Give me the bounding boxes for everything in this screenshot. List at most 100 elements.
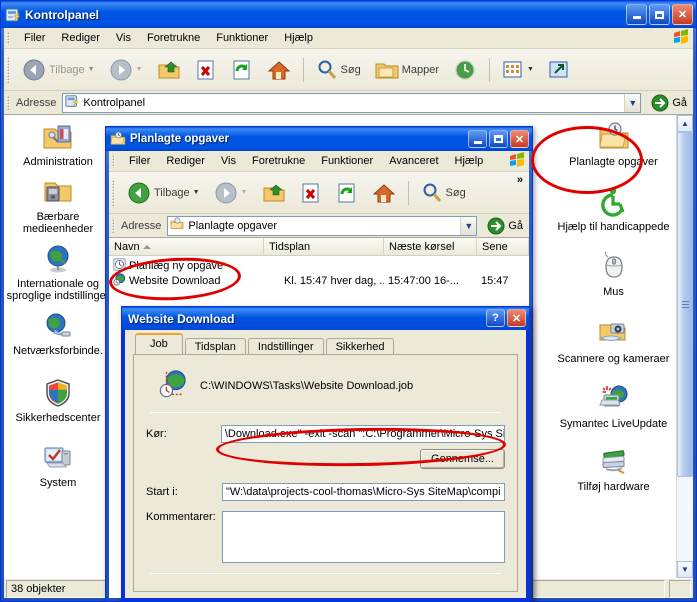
scheduled-tasks-folder-icon [110, 131, 126, 147]
cp-item-system[interactable]: System [4, 442, 112, 489]
scroll-up-arrow-icon[interactable]: ▲ [677, 115, 693, 132]
control-panel-left-column: Administration Bærbare medieenheder Inte… [4, 115, 112, 578]
up-button[interactable] [151, 55, 187, 85]
job-tab-panel: C:\WINDOWS\Tasks\Website Download.job Kø… [133, 354, 518, 592]
address-chevron-down-icon[interactable]: ▼ [624, 93, 641, 112]
address-input[interactable]: Kontrolpanel ▼ [62, 92, 642, 113]
tasks-maximize-button[interactable] [489, 130, 508, 148]
home-button[interactable] [261, 55, 297, 85]
start-in-input[interactable]: "W:\data\projects-cool-thomas\Micro-Sys … [222, 483, 505, 501]
views-chevron-down-icon[interactable]: ▼ [527, 66, 534, 73]
forward-chevron-down-icon[interactable]: ▼ [136, 66, 143, 73]
cp-item-sikkerhedscenter[interactable]: Sikkerhedscenter [4, 377, 112, 424]
scroll-down-arrow-icon[interactable]: ▼ [677, 561, 693, 578]
main-vertical-scrollbar[interactable]: ▲ ▼ [676, 115, 693, 578]
dialog-buttons: ? ✕ [486, 309, 526, 327]
folders-button[interactable]: Mapper [369, 55, 445, 85]
menu-rediger[interactable]: Rediger [53, 30, 108, 46]
cp-item-administration[interactable]: Administration [4, 121, 112, 168]
tasks-forward-chevron-down-icon[interactable]: ▼ [241, 189, 248, 196]
tasks-back-button[interactable]: Tilbage ▼ [121, 177, 206, 209]
cp-item-tilfoej-hardware[interactable]: Tilføj hardware [551, 446, 676, 493]
dialog-tabs: Job Tidsplan Indstillinger Sikkerhed [135, 333, 518, 355]
scrollbar-track[interactable] [677, 477, 693, 561]
tasks-menu-filer[interactable]: Filer [121, 153, 158, 169]
help-button[interactable]: ? [486, 309, 505, 327]
tasks-titlebar[interactable]: Planlagte opgaver ✕ [106, 127, 532, 151]
history-button[interactable] [447, 55, 483, 85]
cp-item-netvaerksforbindelser[interactable]: Netværksforbinde. [4, 310, 112, 357]
tasks-close-button[interactable]: ✕ [510, 130, 529, 148]
forward-button[interactable]: ▼ [103, 54, 149, 86]
main-titlebar[interactable]: Kontrolpanel ✕ [1, 1, 696, 28]
table-row[interactable]: Planlæg ny opgave [109, 257, 529, 273]
cp-item-planlagte-opgaver[interactable]: Planlagte opgaver [551, 121, 676, 168]
menu-filer[interactable]: Filer [16, 30, 53, 46]
cp-item-scannere-og-kameraer[interactable]: Scannere og kameraer [551, 318, 676, 365]
tab-indstillinger[interactable]: Indstillinger [247, 338, 324, 355]
tasks-go-button[interactable]: Gå [481, 217, 529, 235]
back-button[interactable]: Tilbage ▼ [16, 54, 101, 86]
back-chevron-down-icon[interactable]: ▼ [88, 66, 95, 73]
accessibility-icon [598, 186, 630, 218]
tasks-address-chevron-down-icon[interactable]: ▼ [460, 216, 477, 235]
maximize-button[interactable] [649, 4, 670, 25]
column-header-navn[interactable]: Navn [109, 238, 264, 255]
tasks-menu-hjaelp[interactable]: Hjælp [447, 153, 492, 169]
cp-label: Planlagte opgaver [569, 156, 658, 168]
menu-vis[interactable]: Vis [108, 30, 139, 46]
column-header-seneste-koersel[interactable]: Sene [477, 238, 529, 255]
go-button[interactable]: Gå [645, 94, 693, 112]
tab-tidsplan[interactable]: Tidsplan [184, 338, 246, 355]
divider [150, 412, 501, 413]
table-row[interactable]: Website Download Kl. 15:47 hver dag, ...… [109, 272, 529, 288]
tasks-search-button[interactable]: Søg [415, 178, 472, 208]
cp-item-internationale-sproglige[interactable]: Internationale og sproglige indstillinge… [4, 243, 112, 302]
tab-job[interactable]: Job [135, 333, 183, 354]
column-header-naeste-koersel[interactable]: Næste kørsel [384, 238, 477, 255]
tasks-home-button[interactable] [366, 178, 402, 208]
address-value: Kontrolpanel [83, 96, 146, 109]
search-button[interactable]: Søg [310, 55, 367, 85]
menu-funktioner[interactable]: Funktioner [208, 30, 276, 46]
refresh-button[interactable] [225, 55, 259, 85]
column-header-tidsplan[interactable]: Tidsplan [264, 238, 384, 255]
tasks-menu-funktioner[interactable]: Funktioner [313, 153, 381, 169]
run-input[interactable]: \Download.exe" -exit -scan ":C:\Programm… [220, 425, 505, 443]
tasks-up-button[interactable] [256, 178, 292, 208]
delete-button[interactable] [189, 55, 223, 85]
dialog-titlebar[interactable]: Website Download ? ✕ [122, 307, 529, 330]
tasks-address-input[interactable]: Planlagte opgaver ▼ [167, 215, 478, 236]
tasks-refresh-button[interactable] [330, 178, 364, 208]
cp-item-symantec-liveupdate[interactable]: Symantec LiveUpdate [551, 383, 676, 430]
dialog-close-button[interactable]: ✕ [507, 309, 526, 327]
tasks-menu-foretrukne[interactable]: Foretrukne [244, 153, 313, 169]
cp-item-baerbare-medieenheder[interactable]: Bærbare medieenheder [4, 176, 112, 235]
tasks-minimize-button[interactable] [468, 130, 487, 148]
menu-foretrukne[interactable]: Foretrukne [139, 30, 208, 46]
comments-textarea[interactable] [222, 511, 505, 563]
windows-flag-icon [673, 29, 689, 47]
cp-label: System [39, 477, 77, 489]
tasks-back-chevron-down-icon[interactable]: ▼ [193, 189, 200, 196]
minimize-button[interactable] [626, 4, 647, 25]
browse-button[interactable]: Gennemse... [420, 449, 505, 469]
views-button[interactable]: ▼ [496, 56, 540, 84]
tasks-menu-vis[interactable]: Vis [213, 153, 244, 169]
tasks-delete-button[interactable] [294, 178, 328, 208]
divider-bottom [150, 573, 501, 574]
menu-hjaelp[interactable]: Hjælp [276, 30, 321, 46]
scrollbar-thumb[interactable] [677, 132, 693, 477]
tasks-menu-avanceret[interactable]: Avanceret [381, 153, 446, 169]
tab-sikkerhed[interactable]: Sikkerhed [325, 338, 395, 355]
toolbar-overflow-button[interactable]: » [517, 174, 523, 186]
network-connections-icon [42, 310, 74, 342]
status-resize-grip[interactable] [669, 579, 691, 598]
cp-item-hjaelp-til-handicappede[interactable]: Hjælp til handicappede [551, 186, 676, 233]
tasks-forward-button[interactable]: ▼ [208, 177, 254, 209]
move-to-button[interactable] [542, 56, 576, 84]
close-button[interactable]: ✕ [672, 4, 693, 25]
cp-label: Sikkerhedscenter [15, 412, 101, 424]
cp-item-mus[interactable]: Mus [551, 251, 676, 298]
tasks-menu-rediger[interactable]: Rediger [158, 153, 213, 169]
